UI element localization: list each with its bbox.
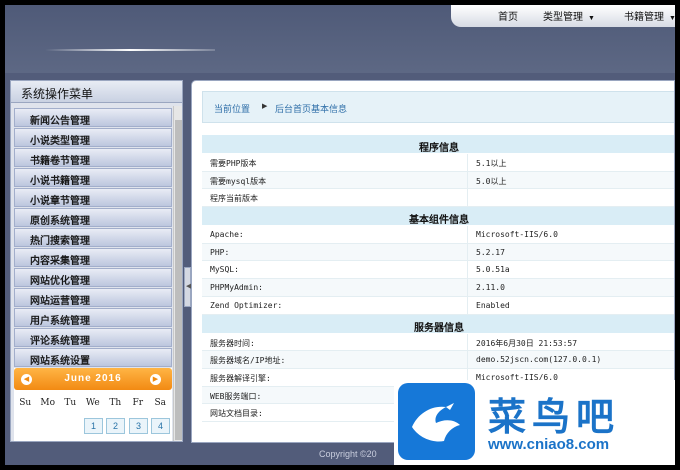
section-components: Apache: Microsoft-IIS/6.0 PHP: 5.2.17 MySQ… — [202, 226, 674, 315]
row-value: 5.1以上 — [476, 159, 507, 168]
weekday-label: We — [85, 398, 100, 408]
row-value: Enabled — [476, 300, 510, 310]
calendar-day[interactable] — [17, 441, 36, 442]
table-row: MySQL: 5.0.51a — [202, 261, 674, 280]
calendar-day[interactable]: 4 — [151, 418, 170, 434]
calendar-month: June 2016 — [64, 373, 122, 384]
nav-home-label: 首页 — [498, 12, 518, 23]
weekday-label: Th — [109, 398, 122, 408]
sidebar-item-collect[interactable]: 内容采集管理 — [14, 248, 172, 267]
breadcrumb: 当前位置 ▶ 后台首页基本信息 — [202, 91, 674, 123]
sidebar-item-novel-types[interactable]: 小说类型管理 — [14, 128, 172, 147]
breadcrumb-current: 后台首页基本信息 — [275, 104, 348, 114]
row-label: 服务器域名/IP地址: — [202, 351, 468, 368]
weekday-label: Fr — [132, 398, 144, 408]
section-title-components: 基本组件信息 — [202, 207, 674, 227]
section-title-server: 服务器信息 — [202, 314, 674, 334]
calendar: ◀ June 2016 ▶ Su Mo Tu We Th Fr Sa 1 2 3… — [14, 368, 172, 441]
weekday-label: Mo — [40, 398, 56, 408]
sidebar-item-settings[interactable]: 网站系统设置 — [14, 348, 172, 367]
nav-home-link[interactable]: 首页 — [498, 8, 518, 23]
section-title-program: 程序信息 — [202, 135, 674, 154]
row-value: Microsoft-IIS/6.0 — [476, 230, 558, 240]
calendar-weekdays: Su Mo Tu We Th Fr Sa — [14, 398, 172, 408]
row-value: 2016年6月30日 21:53:57 — [476, 338, 578, 348]
sidebar-item-chapters[interactable]: 小说章节管理 — [14, 188, 172, 207]
table-row: PHP: 5.2.17 — [202, 243, 674, 262]
sidebar-item-seo[interactable]: 网站优化管理 — [14, 268, 172, 287]
row-label: 程序当前版本 — [202, 189, 468, 207]
sidebar-item-original[interactable]: 原创系统管理 — [14, 208, 172, 227]
row-label: Apache: — [202, 226, 468, 243]
table-row: Zend Optimizer: Enabled — [202, 296, 674, 315]
table-row: 程序当前版本 — [202, 189, 674, 208]
nav-type-label: 类型管理 — [543, 12, 583, 23]
header-decor-line — [45, 49, 215, 51]
caret-down-icon: ▼ — [669, 15, 675, 22]
header-bar: 首页 类型管理 ▼ 书籍管理 ▼ — [5, 5, 675, 73]
weekday-label: Su — [19, 398, 32, 408]
row-value: 5.0.51a — [476, 265, 510, 275]
row-value: demo.52jscn.com(127.0.0.1) — [476, 355, 602, 365]
calendar-grid: 1 2 3 4 — [14, 408, 172, 438]
sidebar-item-news[interactable]: 新闻公告管理 — [14, 108, 172, 127]
calendar-day[interactable]: 2 — [106, 418, 125, 434]
top-nav: 首页 类型管理 ▼ 书籍管理 ▼ — [451, 5, 675, 27]
table-row: 需要mysql版本 5.0以上 — [202, 171, 674, 190]
row-label: Zend Optimizer: — [202, 296, 468, 314]
table-row: Apache: Microsoft-IIS/6.0 — [202, 226, 674, 244]
nav-type-menu[interactable]: 类型管理 ▼ — [543, 8, 595, 23]
calendar-day[interactable]: 1 — [84, 418, 103, 434]
row-value: 2.11.0 — [476, 283, 505, 293]
breadcrumb-home-link[interactable]: 当前位置 — [214, 102, 250, 115]
nav-book-label: 书籍管理 — [624, 12, 664, 23]
sidebar-toggle[interactable]: ◀ — [184, 267, 191, 307]
sidebar-scrollbar[interactable] — [173, 106, 182, 441]
bird-logo-icon — [398, 383, 475, 460]
row-label: 服务器时间: — [202, 333, 468, 351]
calendar-day[interactable]: 3 — [129, 418, 148, 434]
section-program: 需要PHP版本 5.1以上 需要mysql版本 5.0以上 程序当前版本 — [202, 154, 674, 208]
calendar-day[interactable] — [61, 441, 80, 442]
sidebar-item-hot-search[interactable]: 热门搜索管理 — [14, 228, 172, 247]
calendar-day[interactable] — [39, 441, 58, 442]
row-value — [468, 189, 476, 206]
table-row: 服务器域名/IP地址: demo.52jscn.com(127.0.0.1) — [202, 351, 674, 369]
sidebar-item-operations[interactable]: 网站运营管理 — [14, 288, 172, 307]
calendar-day[interactable] — [84, 441, 103, 442]
sidebar-item-users[interactable]: 用户系统管理 — [14, 308, 172, 327]
table-row: 服务器时间: 2016年6月30日 21:53:57 — [202, 333, 674, 352]
sidebar-item-books[interactable]: 小说书籍管理 — [14, 168, 172, 187]
caret-down-icon: ▼ — [588, 15, 595, 22]
watermark-brand: 菜鸟吧 — [488, 397, 621, 439]
table-row: 需要PHP版本 5.1以上 — [202, 154, 674, 172]
watermark: 菜鸟吧 www.cniao8.com — [394, 380, 675, 465]
sidebar-menu: 新闻公告管理 小说类型管理 书籍卷节管理 小说书籍管理 小说章节管理 原创系统管… — [14, 108, 172, 368]
copyright-text: Copyright ©20 — [319, 449, 377, 459]
sidebar-item-comments[interactable]: 评论系统管理 — [14, 328, 172, 347]
row-label: 需要mysql版本 — [202, 171, 468, 189]
sidebar: 系统操作菜单 新闻公告管理 小说类型管理 书籍卷节管理 小说书籍管理 小说章节管… — [10, 80, 183, 442]
scrollbar-thumb[interactable] — [175, 120, 182, 440]
table-row: PHPMyAdmin: 2.11.0 — [202, 279, 674, 297]
weekday-label: Tu — [64, 398, 77, 408]
row-value: 5.0以上 — [476, 176, 507, 186]
watermark-url: www.cniao8.com — [488, 436, 610, 453]
sidebar-item-volumes[interactable]: 书籍卷节管理 — [14, 148, 172, 167]
row-label: 需要PHP版本 — [202, 154, 468, 171]
nav-book-menu[interactable]: 书籍管理 ▼ — [624, 8, 675, 23]
row-label: PHPMyAdmin: — [202, 279, 468, 296]
row-value: 5.2.17 — [476, 247, 505, 257]
sidebar-title: 系统操作菜单 — [11, 81, 182, 103]
calendar-header: ◀ June 2016 ▶ — [14, 368, 172, 390]
row-label: PHP: — [202, 243, 468, 261]
row-label: MySQL: — [202, 261, 468, 279]
breadcrumb-arrow-icon: ▶ — [262, 103, 268, 110]
chevron-right-icon[interactable]: ▶ — [150, 374, 161, 385]
info-table: 程序信息 需要PHP版本 5.1以上 需要mysql版本 5.0以上 程序当前版本 … — [202, 135, 674, 422]
weekday-label: Sa — [154, 398, 167, 408]
